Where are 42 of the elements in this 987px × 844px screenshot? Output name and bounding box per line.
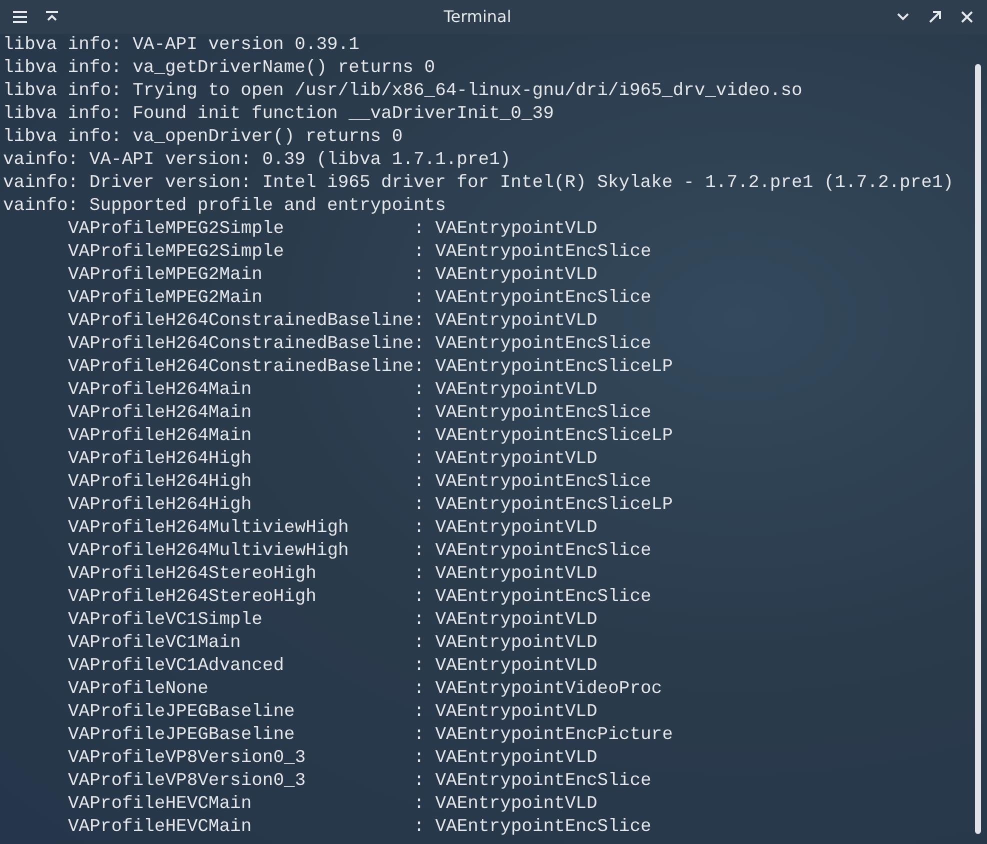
terminal-line: libva info: VA-API version 0.39.1 [2,34,360,57]
terminal-line: VAProfileNone : VAEntrypointVideoProc [67,678,664,701]
terminal-line: VAProfileH264StereoHigh : VAEntrypointVLD [67,563,598,586]
diagonal-arrow-icon [929,11,941,23]
terminal-line: VAProfileMPEG2Main : VAEntrypointVLD [67,264,598,287]
terminal-line: VAProfileH264High : VAEntrypointEncSliceLP [67,494,674,517]
terminal-line: VAProfileH264Main : VAEntrypointEncSliceLP [67,425,674,448]
terminal-line: libva info: va_openDriver() returns 0 [2,126,404,149]
terminal-line: VAProfileH264High : VAEntrypointEncSlice [67,471,652,494]
menu-icon [12,11,28,23]
terminal-line: VAProfileVC1Advanced : VAEntrypointVLD [67,655,598,678]
terminal-line: VAProfileMPEG2Simple : VAEntrypointVLD [67,218,598,241]
terminal-line: vainfo: VA-API version: 0.39 (libva 1.7.1.pre1) [2,149,512,172]
terminal-line: VAProfileH264ConstrainedBaseline: VAEntrypointEncSliceLP [67,356,674,379]
terminal-line: VAProfileJPEGBaseline : VAEntrypointEncPicture [67,724,674,747]
terminal-line: VAProfileHEVCMain : VAEntrypointVLD [67,793,598,816]
close-icon [961,11,973,23]
terminal-line: libva info: Found init function __vaDriverInit_0_39 [2,103,555,126]
terminal-line: VAProfileH264StereoHigh : VAEntrypointEncSlice [67,586,652,609]
terminal-line: libva info: va_getDriverName() returns 0 [2,57,436,80]
terminal-line: VAProfileJPEGBaseline : VAEntrypointVLD [67,701,598,724]
terminal-line: VAProfileH264Main : VAEntrypointVLD [67,379,598,402]
terminal-line: vainfo: Supported profile and entrypoints [2,195,447,218]
terminal-line: libva info: Trying to open /usr/lib/x86_64-linux-gnu/dri/i965_drv_video.so [2,80,804,103]
terminal-line: VAProfileVC1Simple : VAEntrypointVLD [67,609,598,632]
terminal-line: VAProfileVP8Version0_3 : VAEntrypointVLD [67,747,598,770]
terminal-line: VAProfileMPEG2Main : VAEntrypointEncSlice [67,287,652,310]
terminal-line: VAProfileH264ConstrainedBaseline: VAEntrypointVLD [67,310,598,333]
window-title: Terminal [442,6,512,28]
terminal-line: VAProfileH264High : VAEntrypointVLD [67,448,598,471]
scrollbar[interactable] [975,64,981,834]
terminal-line: VAProfileVP8Version0_3 : VAEntrypointEncSlice [67,770,652,793]
terminal-line: VAProfileHEVCMain : VAEntrypointEncSlice [67,816,652,839]
chevron-down-icon [897,13,909,21]
terminal-line: VAProfileH264ConstrainedBaseline: VAEntrypointEncSlice [67,333,652,356]
up-arrow-icon [45,11,59,23]
terminal-line: VAProfileVC1Main : VAEntrypointVLD [67,632,598,655]
terminal-line: vainfo: Driver version: Intel i965 driver for Intel(R) Skylake - 1.7.2.pre1 (1.7.2.pre1) [2,172,955,195]
terminal-line: VAProfileH264Main : VAEntrypointEncSlice [67,402,652,425]
terminal-line: VAProfileH264MultiviewHigh : VAEntrypointEncSlice [67,540,652,563]
terminal-line: VAProfileMPEG2Simple : VAEntrypointEncSlice [67,241,652,264]
terminal-line: VAProfileH264MultiviewHigh : VAEntrypointVLD [67,517,598,540]
